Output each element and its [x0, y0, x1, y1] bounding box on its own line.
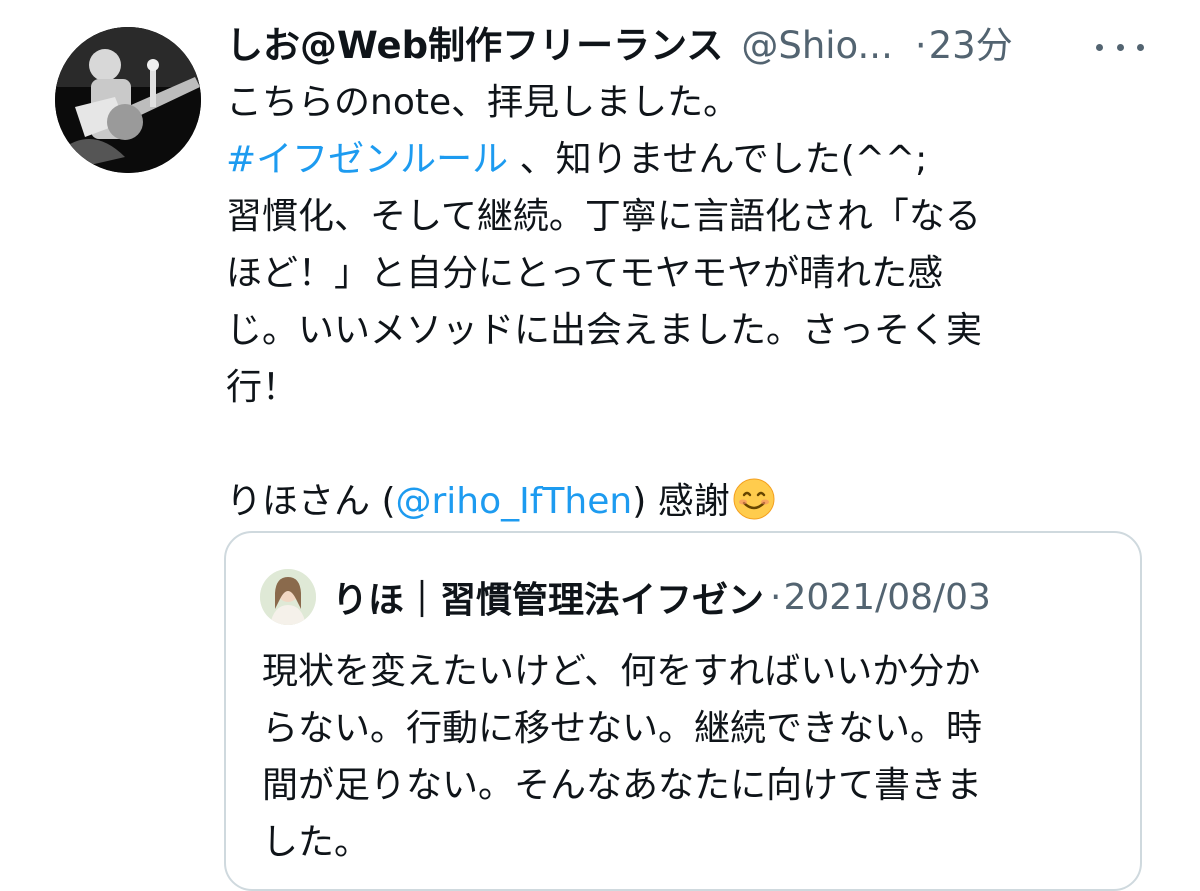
quoted-line: 間が足りない。そんなあなたに向けて書きま [262, 765, 983, 806]
header-separator: · [914, 24, 927, 67]
mention-link[interactable]: @riho_IfThen [396, 481, 633, 522]
quoted-tweet-body: 現状を変えたいけど、何をすればいいか分か らない。行動に移せない。継続できない。… [262, 643, 1122, 871]
quoted-author-avatar [260, 569, 316, 625]
tweet-timestamp[interactable]: 23分 [929, 18, 1013, 74]
hashtag-link[interactable]: #イフゼンルール [226, 139, 508, 180]
tweet: しお@Web制作フリーランス @Shio... · 23分 こちらのnote、拝… [226, 18, 1126, 530]
quoted-header-separator: · [770, 576, 782, 618]
tweet-line-text: 、知りませんでした(^^; [519, 139, 928, 180]
tweet-body: こちらのnote、拝見しました。 #イフゼンルール 、知りませんでした(^^; … [226, 74, 1106, 530]
tweet-line: ほど！」と自分にとってモヤモヤが晴れた感 [226, 253, 944, 294]
tweet-line: じ。いいメソッドに出会えました。さっそく実 [226, 310, 983, 351]
tweet-header: しお@Web制作フリーランス @Shio... · 23分 [226, 18, 1126, 74]
tweet-line: #イフゼンルール 、知りませんでした(^^; [226, 131, 1106, 188]
quoted-line: らない。行動に移せない。継続できない。時 [262, 708, 983, 749]
smiling-face-emoji [733, 478, 775, 520]
thanks-prefix: りほさん ( [226, 481, 396, 522]
tweet-line: りほさん (@riho_IfThen) 感謝 [226, 473, 1106, 530]
thanks-suffix: ) 感謝 [632, 481, 730, 522]
quoted-line: した。 [262, 822, 371, 863]
person-photo-avatar [260, 569, 316, 625]
guitarist-photo-avatar [55, 27, 201, 173]
tweet-line: 習慣化、そして継続。丁寧に言語化され「なる [226, 196, 981, 237]
author-display-name[interactable]: しお@Web制作フリーランス [226, 18, 723, 74]
quoted-author-name: りほ｜習慣管理法イフゼン [332, 580, 765, 621]
author-handle[interactable]: @Shio... [741, 18, 893, 74]
tweet-line: 行！ [226, 367, 299, 408]
author-avatar[interactable] [55, 27, 201, 173]
tweet-line: こちらのnote、拝見しました。 [226, 82, 740, 123]
quoted-tweet[interactable]: りほ｜習慣管理法イフゼン · 2021/08/03 現状を変えたいけど、何をすれ… [224, 531, 1142, 891]
quoted-tweet-header: りほ｜習慣管理法イフゼン · 2021/08/03 [260, 567, 991, 627]
quoted-line: 現状を変えたいけど、何をすればいいか分か [262, 651, 981, 692]
quoted-tweet-date: 2021/08/03 [783, 576, 991, 618]
